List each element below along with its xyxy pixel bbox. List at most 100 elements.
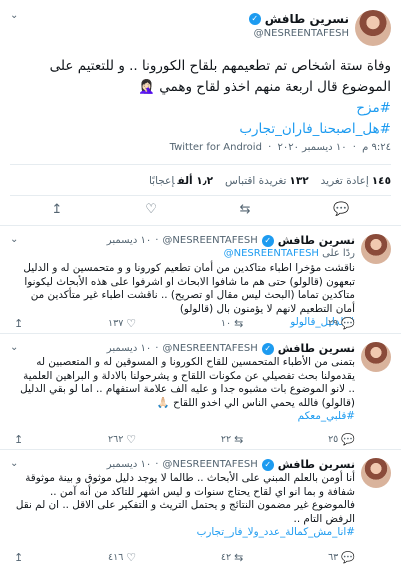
avatar[interactable]: [361, 458, 391, 488]
share-icon[interactable]: ↥: [51, 200, 62, 220]
share-action[interactable]: ↥: [14, 551, 23, 564]
tweet-date[interactable]: ١٠ ديسمبر ٢٠٢٠: [278, 142, 347, 153]
chevron-down-icon[interactable]: ⌄: [10, 10, 18, 21]
retweet-count: ١٠: [220, 317, 232, 329]
replying-prefix: ردًا على: [322, 248, 355, 259]
verified-badge-icon: ✓: [248, 13, 261, 25]
like-label: إعجابًا: [148, 175, 175, 187]
avatar[interactable]: [361, 342, 391, 372]
like-count: ٢٦٢: [107, 433, 124, 445]
share-icon: ↥: [14, 432, 24, 446]
tweet-actions: 💬 ⇆ ♡ ↥: [10, 200, 391, 220]
hashtag-link[interactable]: #قلبي_معكم: [14, 410, 355, 424]
reply-action[interactable]: 💬 ٦٣: [328, 551, 355, 564]
retweet-icon: ⇆: [234, 432, 244, 446]
verified-badge-icon: ✓: [261, 234, 274, 247]
reply-date[interactable]: ١٠ ديسمبر: [107, 235, 151, 246]
author-name[interactable]: نسرين طافش: [278, 458, 355, 471]
share-action[interactable]: ↥: [14, 317, 23, 330]
hashtag-link[interactable]: #مزح: [10, 98, 391, 119]
author-name[interactable]: نسرين طافش: [265, 12, 349, 26]
author-row: نسرين طافش ✓: [248, 12, 349, 26]
author-handle[interactable]: @NESREENTAFESH: [254, 28, 349, 39]
chevron-down-icon[interactable]: ⌄: [10, 458, 18, 469]
reply-tweet[interactable]: نسرين طافش ✓ @NESREENTAFESH · ١٠ ديسمبر …: [0, 450, 401, 574]
share-action[interactable]: ↥: [14, 433, 23, 446]
retweet-action[interactable]: ⇆ ١٠: [221, 317, 243, 330]
divider: [10, 195, 391, 196]
reply-body: أنا أومن بالعلم المبني على الأبحاث .. طا…: [15, 472, 355, 525]
tweet-text: وفاة ستة اشخاص تم تطعيمهم بلقاح الكورونا…: [10, 56, 391, 140]
reply-icon: 💬: [341, 432, 355, 446]
reply-date[interactable]: ١٠ ديسمبر: [107, 343, 151, 354]
divider: [10, 164, 391, 165]
like-icon: ♡: [126, 432, 137, 446]
reply-action[interactable]: 💬 ٢٥: [328, 433, 355, 446]
quote-label: تغريدة اقتباس: [225, 175, 287, 187]
hashtag-link[interactable]: #هل_اصبحنا_فاران_تجارب: [10, 119, 391, 140]
like-icon: ♡: [126, 316, 137, 330]
author-handle[interactable]: @NESREENTAFESH: [162, 235, 257, 246]
reply-actions: 💬 ٢٥ ⇆ ٢٢ ♡ ٢٦٢ ↥: [14, 432, 355, 446]
retweet-action[interactable]: ⇆ ٢٢: [221, 433, 243, 446]
avatar[interactable]: [355, 10, 391, 46]
share-icon: ↥: [14, 550, 24, 564]
retweet-count: ٤٢: [220, 551, 232, 563]
main-tweet: نسرين طافش ✓ @NESREENTAFESH ⌄ وفاة ستة ا…: [0, 0, 401, 226]
retweet-count: ١٤٥: [371, 175, 391, 187]
retweet-icon: ⇆: [234, 316, 244, 330]
reply-actions: 💬 ٢٩ ⇆ ١٠ ♡ ١٣٧ ↥: [14, 316, 355, 330]
retweet-count: ٢٢: [220, 433, 232, 445]
reply-tweet[interactable]: نسرين طافش ✓ @NESREENTAFESH · ١٠ ديسمبر …: [0, 226, 401, 334]
like-count: ١٫٢ ألف: [177, 175, 214, 187]
retweet-icon[interactable]: ⇆: [240, 200, 251, 220]
tweet-body: وفاة ستة اشخاص تم تطعيمهم بلقاح الكورونا…: [49, 58, 391, 95]
reply-tweet[interactable]: نسرين طافش ✓ @NESREENTAFESH · ١٠ ديسمبر …: [0, 334, 401, 450]
reply-action[interactable]: 💬 ٢٩: [328, 317, 355, 330]
share-icon: ↥: [14, 316, 24, 330]
like-count: ٤١٦: [107, 551, 124, 563]
reply-count: ٢٥: [328, 433, 339, 445]
like-icon[interactable]: ♡: [145, 200, 157, 220]
reply-body: بتمنى من الأطباء المتحمسين للقاح الكورون…: [20, 356, 355, 409]
mention-link[interactable]: @NESREENTAFESH: [224, 248, 319, 259]
replying-to: ردًا على @NESREENTAFESH: [224, 248, 355, 259]
author-name[interactable]: نسرين طافش: [278, 234, 355, 247]
reply-count: ٦٣: [328, 551, 339, 563]
chevron-down-icon[interactable]: ⌄: [10, 234, 18, 245]
tweet-client[interactable]: Twitter for Android: [170, 142, 262, 153]
tweet-meta: ٩:٢٤ م · ١٠ ديسمبر ٢٠٢٠ · Twitter for An…: [169, 142, 391, 153]
author-name[interactable]: نسرين طافش: [278, 342, 355, 355]
reply-icon: 💬: [341, 316, 355, 330]
reply-text: أنا أومن بالعلم المبني على الأبحاث .. طا…: [14, 472, 355, 540]
retweet-stat[interactable]: ١٤٥إعادة تغريد: [321, 175, 391, 187]
retweet-action[interactable]: ⇆ ٤٢: [221, 551, 243, 564]
chevron-down-icon[interactable]: ⌄: [10, 342, 18, 353]
reply-header: نسرين طافش ✓ @NESREENTAFESH · ١٠ ديسمبر: [106, 342, 355, 355]
author-handle[interactable]: @NESREENTAFESH: [162, 459, 257, 470]
like-action[interactable]: ♡ ٢٦٢: [108, 433, 136, 446]
quote-stat[interactable]: ١٣٢تغريدة اقتباس: [225, 175, 309, 187]
reply-count: ٢٩: [328, 317, 339, 329]
reply-header: نسرين طافش ✓ @NESREENTAFESH · ١٠ ديسمبر: [106, 234, 355, 247]
retweet-label: إعادة تغريد: [320, 175, 369, 187]
tweet-thread: نسرين طافش ✓ @NESREENTAFESH ⌄ وفاة ستة ا…: [0, 0, 401, 574]
quote-count: ١٣٢: [289, 175, 309, 187]
reply-date[interactable]: ١٠ ديسمبر: [107, 459, 151, 470]
like-action[interactable]: ♡ ١٣٧: [108, 317, 136, 330]
verified-badge-icon: ✓: [261, 458, 274, 471]
avatar[interactable]: [361, 234, 391, 264]
reply-text: بتمنى من الأطباء المتحمسين للقاح الكورون…: [14, 356, 355, 424]
like-count: ١٣٧: [107, 317, 124, 329]
author-handle[interactable]: @NESREENTAFESH: [162, 343, 257, 354]
reply-icon[interactable]: 💬: [333, 200, 349, 220]
like-action[interactable]: ♡ ٤١٦: [108, 551, 136, 564]
reply-actions: 💬 ٦٣ ⇆ ٤٢ ♡ ٤١٦ ↥: [14, 550, 355, 564]
verified-badge-icon: ✓: [261, 342, 274, 355]
like-icon: ♡: [126, 550, 137, 564]
tweet-stats: ١٤٥إعادة تغريد ١٣٢تغريدة اقتباس ١٫٢ ألفإ…: [149, 175, 391, 187]
reply-icon: 💬: [341, 550, 355, 564]
like-stat[interactable]: ١٫٢ ألفإعجابًا: [149, 175, 213, 187]
hashtag-link[interactable]: #انا_مش_كمالة_عدد_ولا_فار_تجارب: [14, 526, 355, 540]
tweet-time[interactable]: ٩:٢٤ م: [362, 142, 391, 153]
